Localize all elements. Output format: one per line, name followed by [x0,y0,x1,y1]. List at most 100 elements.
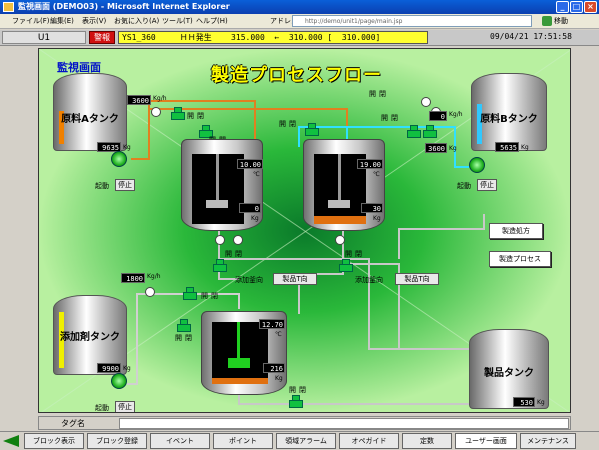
alarm-message: YS1_360 ＨＨ発生 315.000 ← 310.000 [ 310.000… [118,31,428,44]
valve-b1-open[interactable]: 開 [381,113,388,123]
valve-r2-open[interactable]: 開 [345,249,352,259]
process-button[interactable]: 製造プロセス [489,251,551,267]
valve-ad2-icon[interactable] [177,319,191,332]
alarm-button[interactable]: 警報 [89,31,115,44]
flow-a-gauge-icon [151,107,161,117]
product-weight-unit: Kg [537,399,545,406]
valve-b2-icon[interactable] [407,125,421,138]
valve-a3-close[interactable]: 閉 [289,119,296,129]
valve-r2-a-icon[interactable] [339,259,353,272]
valve-r1-a-icon[interactable] [213,259,227,272]
raw-a-stop-button[interactable]: 停止 [115,179,135,191]
additive-pump-icon[interactable] [111,373,127,389]
raw-b-start-label: 起動 [457,182,471,190]
fkey-event[interactable]: イベント [150,433,210,449]
menu-help[interactable]: ヘルプ(H) [196,16,228,26]
raw-a-pump-icon[interactable] [111,151,127,167]
valve-p-close[interactable]: 閉 [299,385,306,395]
valve-r1-close[interactable]: 閉 [235,249,242,259]
gauge-r1-icon [215,235,225,245]
flow-b-value: 0 [429,111,447,121]
reactor-2-weight: 30 [361,203,383,213]
valve-b1-close[interactable]: 閉 [391,113,398,123]
valve-a3-icon[interactable] [305,123,319,136]
back-arrow-icon[interactable] [3,435,19,447]
valve-a1-close[interactable]: 閉 [197,111,204,121]
valve-b3-icon[interactable] [423,125,437,138]
valve-ad2-close[interactable]: 閉 [185,333,192,343]
maximize-button[interactable]: □ [570,1,583,13]
reactor-1-weight-unit: Kg [251,215,259,222]
product-t-direction-1[interactable]: 製品T向 [273,273,317,285]
fkey-constant[interactable]: 定数 [402,433,452,449]
fkey-block-display[interactable]: ブロック表示 [24,433,84,449]
minimize-button[interactable]: _ [556,1,569,13]
raw-b-weight-unit: Kg [521,144,529,151]
valve-p-open[interactable]: 開 [289,385,296,395]
tag-label: タグ名 [61,419,85,428]
valve-product-icon[interactable] [289,395,303,408]
menu-view[interactable]: 表示(V) [82,16,106,26]
product-tank[interactable]: 製品タンク [469,329,549,409]
raw-a-start-label: 起動 [95,182,109,190]
valve-a1-icon[interactable] [171,107,185,120]
tag-name-input[interactable] [119,418,569,429]
valve-r1-open[interactable]: 開 [225,249,232,259]
product-t-direction-2[interactable]: 製品T向 [395,273,439,285]
menu-edit[interactable]: 編集(E) [50,16,74,26]
reactor-2-temp: 19.00 [357,159,383,169]
window-title: 監視画面 (DEMO03) - Microsoft Internet Explo… [18,2,230,11]
valve-a1-open[interactable]: 開 [187,111,194,121]
valve-a3-open[interactable]: 開 [279,119,286,129]
flow-additive-value: 1800 [121,273,145,283]
reactor-1-weight: 0 [239,203,261,213]
raw-b-tank[interactable]: 原料Bタンク [471,73,547,151]
fkey-block-register[interactable]: ブロック登録 [87,433,147,449]
menu-bar: ファイル(F) 編集(E) 表示(V) お気に入り(A) ツール(T) ヘルプ(… [0,14,599,29]
valve-ad1-open[interactable]: 開 [201,291,208,301]
fkey-maintenance[interactable]: メンテナンス [520,433,576,449]
address-input[interactable]: http://demo/unit1/page/main.jsp [292,15,532,27]
status-bar: U1 警報 YS1_360 ＨＨ発生 315.000 ← 310.000 [ 3… [0,30,599,46]
reactor-3-weight-unit: Kg [275,375,283,382]
menu-favorites[interactable]: お気に入り(A) [114,16,159,26]
flow-a-unit: Kg/h [153,95,167,102]
gauge-r2-icon [335,235,345,245]
fkey-area-alarm[interactable]: 領域アラーム [276,433,336,449]
reactor-2-weight-unit: Kg [373,215,381,222]
recipe-button[interactable]: 製造処方 [489,223,543,239]
valve-ad2-open[interactable]: 開 [175,333,182,343]
menu-file[interactable]: ファイル(F) [12,16,50,26]
menu-tools[interactable]: ツール(T) [162,16,193,26]
valve-ad1-close[interactable]: 閉 [211,291,218,301]
raw-a-tank[interactable]: 原料Aタンク [53,73,127,151]
raw-a-weight-unit: Kg [123,144,131,151]
reactor-1-temp: 10.00 [237,159,263,169]
product-weight: 530 [513,397,535,407]
additive-start-label: 起動 [95,404,109,412]
flow-b-unit: Kg/h [449,111,463,118]
fkey-user-screen[interactable]: ユーザー画面 [455,433,517,449]
reactor-3-weight: 216 [263,363,285,373]
additive-weight-unit: Kg [123,365,131,372]
gauge-r1b-icon [233,235,243,245]
raw-b-weight: 5635 [495,142,519,152]
add-direction-2: 添加釜向 [355,276,383,284]
valve-ad1-icon[interactable] [183,287,197,300]
valve-r2-close[interactable]: 閉 [355,249,362,259]
raw-a-tank-label: 原料Aタンク [61,114,119,125]
valve-top-close[interactable]: 閉 [379,89,386,99]
additive-tank-label: 添加剤タンク [60,332,120,343]
app-icon [3,2,14,12]
function-bar: ブロック表示 ブロック登録 イベント ポイント 領域アラーム オペガイド 定数 … [0,431,599,450]
raw-b-stop-button[interactable]: 停止 [477,179,497,191]
fkey-operation-guide[interactable]: オペガイド [339,433,399,449]
go-button[interactable]: 移動 [540,15,596,27]
reactor-2-temp-unit: ℃ [373,171,380,178]
valve-top-open[interactable]: 開 [369,89,376,99]
close-button[interactable]: × [584,1,597,13]
additive-stop-button[interactable]: 停止 [115,401,135,412]
raw-b-pump-icon[interactable] [469,157,485,173]
fkey-point[interactable]: ポイント [213,433,273,449]
page-title: 製造プロセスフロー [211,65,382,86]
